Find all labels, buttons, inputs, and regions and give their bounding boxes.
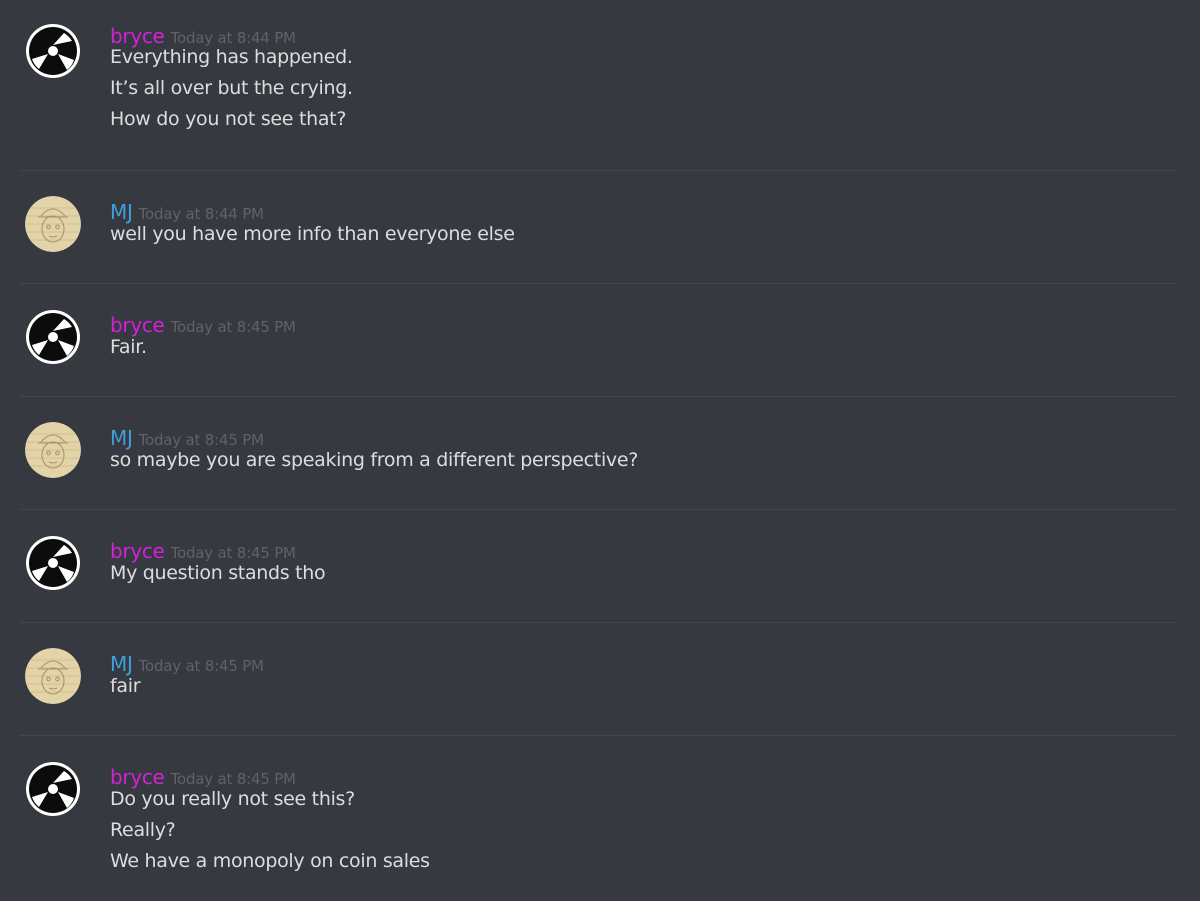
record-45-adapter-icon [26, 536, 80, 590]
message-text: fair [110, 675, 141, 697]
message-text: It’s all over but the crying. [110, 77, 353, 99]
message-text: Really? [110, 819, 176, 841]
avatar[interactable] [25, 422, 81, 478]
message-text: How do you not see that? [110, 108, 347, 130]
message-text: We have a monopoly on coin sales [110, 850, 430, 872]
timestamp[interactable]: Today at 8:45 PM [139, 657, 264, 675]
message-text: so maybe you are speaking from a differe… [110, 449, 639, 471]
record-45-adapter-icon [26, 762, 80, 816]
message-text: My question stands tho [110, 562, 326, 584]
avatar[interactable] [25, 648, 81, 704]
message-body: Do you really not see this? Really? We h… [110, 784, 430, 877]
sketched-face-icon [25, 196, 81, 252]
message-divider [20, 396, 1176, 397]
message-body: Everything has happened. It’s all over b… [110, 42, 353, 135]
message-divider [20, 283, 1176, 284]
message-body: My question stands tho [110, 558, 326, 589]
sketched-face-icon [25, 422, 81, 478]
message-text: Everything has happened. [110, 46, 353, 68]
record-45-adapter-icon [26, 24, 80, 78]
avatar[interactable] [25, 761, 81, 817]
message-divider [20, 170, 1176, 171]
record-45-adapter-icon [26, 310, 80, 364]
message-body: fair [110, 671, 141, 702]
avatar[interactable] [25, 309, 81, 365]
chat-messages: bryce Today at 8:44 PM Everything has hap… [0, 0, 1200, 901]
avatar[interactable] [25, 535, 81, 591]
avatar[interactable] [25, 196, 81, 252]
message-divider [20, 509, 1176, 510]
sketched-face-icon [25, 648, 81, 704]
message-divider [20, 622, 1176, 623]
message-text: well you have more info than everyone el… [110, 223, 515, 245]
message-body: so maybe you are speaking from a differe… [110, 445, 638, 476]
message-text: Do you really not see this? [110, 788, 355, 810]
message-divider [20, 735, 1176, 736]
timestamp[interactable]: Today at 8:45 PM [171, 318, 296, 336]
message-text: Fair. [110, 336, 147, 358]
avatar[interactable] [25, 23, 81, 79]
message-body: well you have more info than everyone el… [110, 219, 515, 250]
message-body: Fair. [110, 332, 147, 363]
